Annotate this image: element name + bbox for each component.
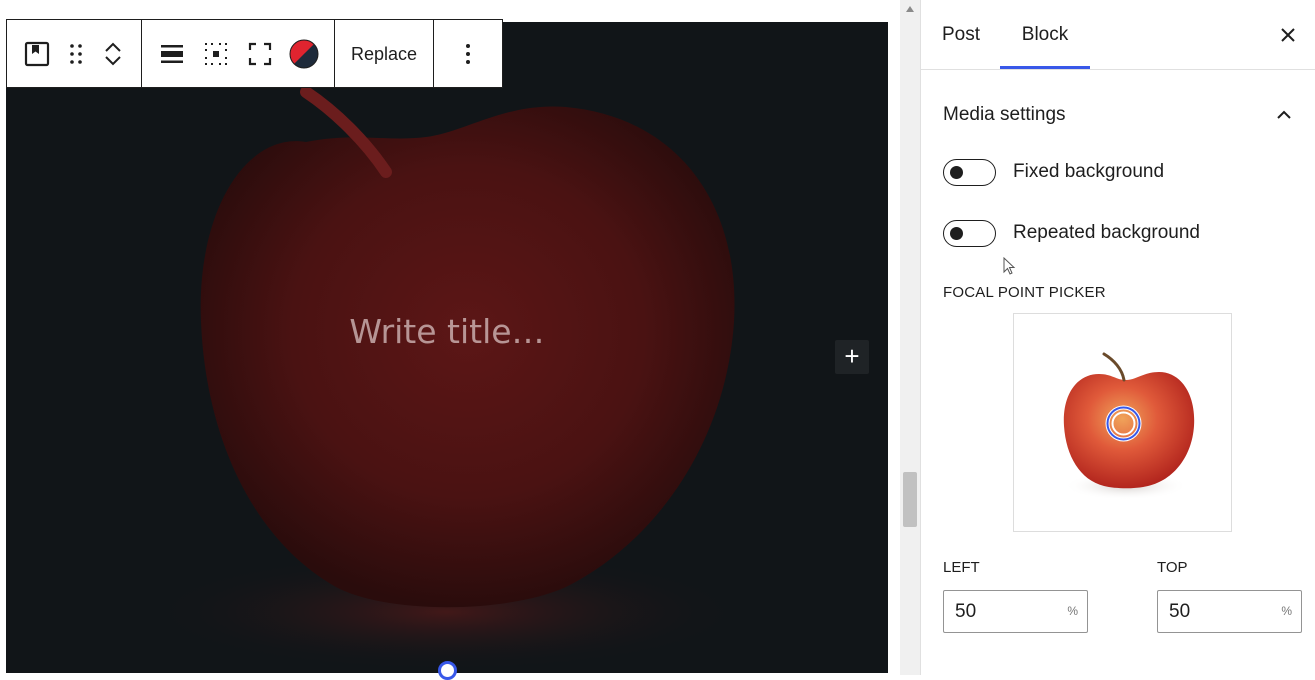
- focal-point-preview-image: [1063, 352, 1195, 500]
- fixed-background-label: Fixed background: [1013, 161, 1165, 182]
- mouse-cursor-icon: [1003, 257, 1016, 275]
- move-down-icon[interactable]: [103, 54, 123, 68]
- editor-canvas: Write title… + Replace: [0, 0, 900, 680]
- top-input-wrapper: %: [1157, 590, 1302, 633]
- tab-block[interactable]: Block: [1000, 0, 1090, 70]
- focal-point-picker[interactable]: [1013, 313, 1232, 532]
- overlay-color-icon[interactable]: [282, 32, 326, 76]
- close-icon: [1281, 28, 1295, 42]
- replace-button[interactable]: Replace: [343, 32, 425, 76]
- left-input-wrapper: %: [943, 590, 1088, 633]
- fullscreen-icon[interactable]: [238, 32, 282, 76]
- toolbar-group-replace: Replace: [335, 20, 435, 87]
- cover-block-icon[interactable]: [15, 32, 59, 76]
- drag-handle-icon[interactable]: [59, 32, 93, 76]
- resize-handle[interactable]: [438, 661, 457, 680]
- toolbar-group-more: [434, 20, 502, 87]
- panel-toggle-button[interactable]: [1273, 104, 1295, 126]
- top-unit: %: [1281, 604, 1292, 618]
- more-options-icon[interactable]: [446, 32, 490, 76]
- move-up-icon[interactable]: [103, 40, 123, 54]
- close-sidebar-button[interactable]: [1273, 20, 1303, 50]
- add-block-button[interactable]: +: [835, 340, 869, 374]
- scroll-thumb[interactable]: [903, 472, 917, 527]
- media-settings-panel-title[interactable]: Media settings: [943, 104, 1066, 126]
- repeated-background-toggle[interactable]: [943, 219, 996, 247]
- left-unit: %: [1067, 604, 1078, 618]
- content-position-icon[interactable]: [194, 32, 238, 76]
- active-tab-indicator: [1000, 66, 1090, 69]
- cover-title-placeholder[interactable]: Write title…: [6, 312, 888, 351]
- tab-post[interactable]: Post: [942, 0, 980, 70]
- fixed-background-control: Fixed background: [943, 157, 1164, 187]
- top-input[interactable]: [1169, 601, 1264, 623]
- toolbar-group-block: [7, 20, 142, 87]
- chevron-up-icon: [1277, 110, 1291, 119]
- top-label: TOP: [1157, 559, 1188, 576]
- align-full-width-icon[interactable]: [150, 32, 194, 76]
- left-label: LEFT: [943, 559, 980, 576]
- toolbar-group-layout: [142, 20, 335, 87]
- repeated-background-control: Repeated background: [943, 218, 1200, 248]
- sidebar-tabs: Post Block: [921, 0, 1315, 70]
- repeated-background-label: Repeated background: [1013, 222, 1200, 243]
- cover-block[interactable]: Write title… +: [6, 22, 888, 673]
- scroll-up-arrow-icon[interactable]: [906, 6, 914, 12]
- settings-sidebar: Post Block Media settings Fixed backgrou…: [920, 0, 1315, 675]
- mover-control: [93, 32, 133, 76]
- fixed-background-toggle[interactable]: [943, 158, 996, 186]
- left-input[interactable]: [955, 601, 1050, 623]
- block-toolbar: Replace: [6, 19, 504, 88]
- editor-scrollbar[interactable]: [900, 0, 920, 675]
- focal-point-picker-label: FOCAL POINT PICKER: [943, 284, 1106, 301]
